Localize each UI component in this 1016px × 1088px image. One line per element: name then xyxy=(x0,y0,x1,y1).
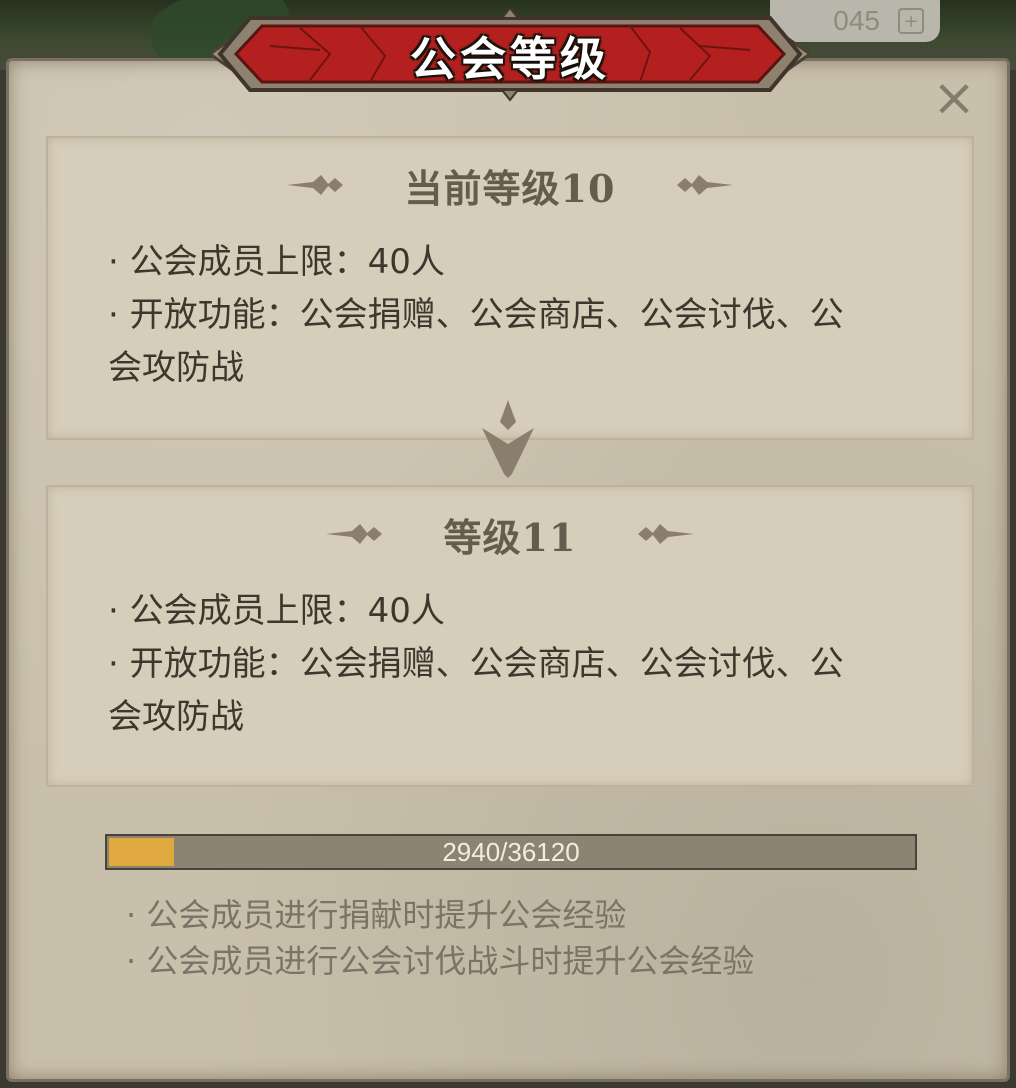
next-level-details: · 公会成员上限：40人 · 开放功能：公会捐赠、公会商店、公会讨伐、公会攻防战 xyxy=(108,585,868,744)
current-level-title: 当前等级10 xyxy=(404,165,616,211)
ornament-right-icon xyxy=(638,524,695,544)
current-member-limit: · 公会成员上限：40人 xyxy=(108,242,445,282)
next-level-title: 等级11 xyxy=(443,514,577,560)
guild-exp-progress-bar: 2940/36120 xyxy=(105,834,917,870)
current-level-details: · 公会成员上限：40人 · 开放功能：公会捐赠、公会商店、公会讨伐、公会攻防战 xyxy=(108,236,868,395)
arrow-down-icon xyxy=(482,400,534,478)
hint-donation: · 公会成员进行捐献时提升公会经验 xyxy=(126,896,627,934)
title-banner: 公会等级 xyxy=(210,6,810,102)
progress-label: 2940/36120 xyxy=(442,836,580,867)
hint-battle: · 公会成员进行公会讨伐战斗时提升公会经验 xyxy=(126,942,755,980)
next-member-limit: · 公会成员上限：40人 xyxy=(108,591,445,631)
next-open-features: · 开放功能：公会捐赠、公会商店、公会讨伐、公会攻防战 xyxy=(108,644,844,737)
current-open-features: · 开放功能：公会捐赠、公会商店、公会讨伐、公会攻防战 xyxy=(108,295,844,388)
dialog-title: 公会等级 xyxy=(410,32,610,86)
next-level-card: 等级11 · 公会成员上限：40人 · 开放功能：公会捐赠、公会商店、公会讨伐、… xyxy=(46,485,974,787)
ornament-right-icon xyxy=(677,175,734,195)
close-button[interactable]: × xyxy=(932,72,976,124)
next-level-header: 等级11 xyxy=(48,509,972,560)
currency-amount: 045 xyxy=(833,5,880,36)
current-level-header: 当前等级10 xyxy=(48,160,972,211)
current-level-card: 当前等级10 · 公会成员上限：40人 · 开放功能：公会捐赠、公会商店、公会讨… xyxy=(46,136,974,440)
add-currency-button[interactable]: + xyxy=(898,8,924,34)
ornament-left-icon xyxy=(325,524,382,544)
ornament-left-icon xyxy=(286,175,343,195)
